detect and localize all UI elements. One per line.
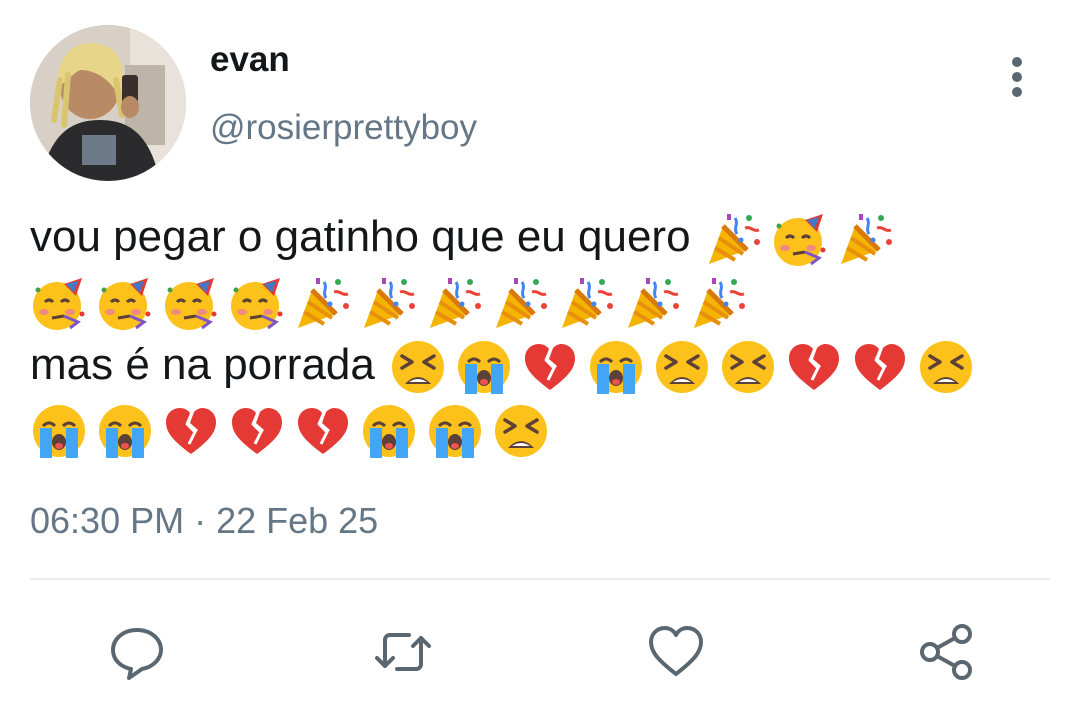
loudly-crying-face-emoji: [96, 402, 154, 460]
retweet-icon: [375, 633, 431, 671]
author-handle[interactable]: @rosierprettyboy: [210, 108, 477, 148]
partying-face-emoji: [228, 274, 286, 332]
avatar[interactable]: [30, 25, 186, 181]
tweet-line: vou pegar o gatinho que eu quero: [30, 205, 1060, 269]
tired-face-emoji: [719, 338, 777, 396]
share-icon: [920, 624, 972, 680]
heart-icon: [649, 626, 703, 676]
partying-face-emoji: [30, 274, 88, 332]
tweet-text: vou pegar o gatinho que eu quero mas é n…: [30, 205, 1060, 461]
broken-heart-emoji: [785, 338, 843, 396]
broken-heart-emoji: [228, 402, 286, 460]
tweet-line-text: vou pegar o gatinho que eu quero: [30, 212, 691, 261]
party-popper-emoji: [837, 210, 895, 268]
broken-heart-emoji: [521, 338, 579, 396]
loudly-crying-face-emoji: [30, 402, 88, 460]
avatar-photo: [30, 25, 186, 181]
broken-heart-emoji: [851, 338, 909, 396]
tired-face-emoji: [917, 338, 975, 396]
tweet-line: [30, 397, 1060, 461]
broken-heart-emoji: [294, 402, 352, 460]
loudly-crying-face-emoji: [587, 338, 645, 396]
tired-face-emoji: [653, 338, 711, 396]
emoji-group: [30, 276, 756, 331]
partying-face-emoji: [162, 274, 220, 332]
divider: [30, 578, 1050, 580]
party-popper-emoji: [492, 274, 550, 332]
tweet-line: [30, 269, 1060, 333]
tired-face-emoji: [492, 402, 550, 460]
like-button[interactable]: [646, 622, 706, 682]
loudly-crying-face-emoji: [360, 402, 418, 460]
party-popper-emoji: [360, 274, 418, 332]
retweet-button[interactable]: [373, 622, 433, 682]
author-display-name[interactable]: evan: [210, 40, 290, 80]
party-popper-emoji: [705, 210, 763, 268]
tweet-line-text: mas é na porrada: [30, 340, 375, 389]
share-button[interactable]: [916, 622, 976, 682]
partying-face-emoji: [771, 210, 829, 268]
comment-bubble-icon: [111, 628, 163, 680]
party-popper-emoji: [294, 274, 352, 332]
loudly-crying-face-emoji: [426, 402, 484, 460]
partying-face-emoji: [96, 274, 154, 332]
tweet-line: mas é na porrada: [30, 333, 1060, 397]
tweet-timestamp[interactable]: 06:30 PM · 22 Feb 25: [30, 500, 378, 542]
party-popper-emoji: [558, 274, 616, 332]
tired-face-emoji: [389, 338, 447, 396]
emoji-group: [691, 212, 903, 267]
party-popper-emoji: [624, 274, 682, 332]
more-vertical-icon[interactable]: [1000, 55, 1034, 99]
party-popper-emoji: [690, 274, 748, 332]
emoji-group: [375, 340, 983, 395]
broken-heart-emoji: [162, 402, 220, 460]
emoji-group: [30, 404, 558, 459]
reply-button[interactable]: [107, 622, 167, 682]
loudly-crying-face-emoji: [455, 338, 513, 396]
party-popper-emoji: [426, 274, 484, 332]
